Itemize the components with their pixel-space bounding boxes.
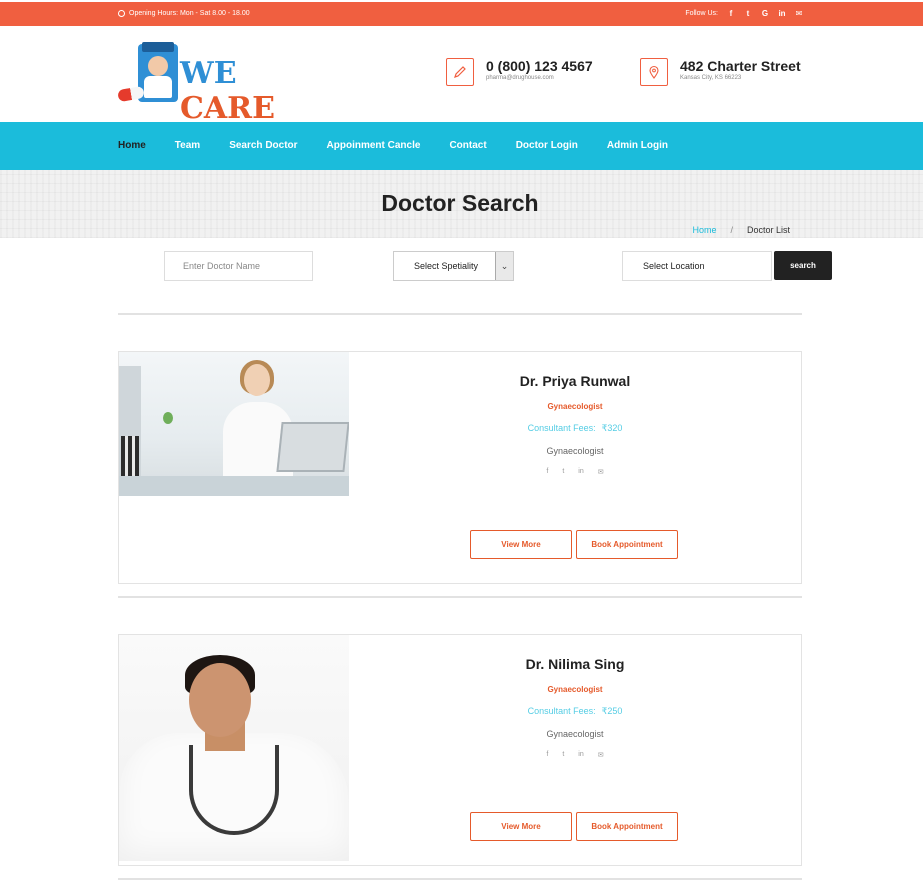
nav-search-doctor[interactable]: Search Doctor [229,140,297,151]
twitter-icon[interactable]: t [744,9,752,18]
twitter-icon[interactable]: t [562,751,564,759]
linkedin-icon[interactable]: in [578,468,583,476]
fees-label: Consultant Fees: [527,706,596,716]
follow-us-label: Follow Us: [685,10,718,17]
page-title-band: Doctor Search Home / Doctor List [0,170,923,238]
speciality-select-value: Select Spetiality [414,261,479,271]
divider [118,878,802,880]
nav-appointment-cancel[interactable]: Appoinment Cancle [327,140,421,151]
city-address: Kansas City, KS 66223 [680,75,742,81]
street-address: 482 Charter Street [680,58,801,74]
opening-hours: Opening Hours: Mon - Sat 8.00 - 18.00 [118,10,250,17]
top-bar: Opening Hours: Mon - Sat 8.00 - 18.00 Fo… [0,2,923,26]
fees-label: Consultant Fees: [527,423,596,433]
doctor-speciality: Gynaecologist [547,402,603,411]
doctor-info: Dr. Priya Runwal Gynaecologist Consultan… [349,373,801,476]
doctor-description: Gynaecologist [546,729,604,739]
email-icon[interactable]: ✉ [598,751,604,759]
phone-number[interactable]: 0 (800) 123 4567 [486,58,593,74]
google-icon[interactable]: G [761,9,769,18]
logo[interactable]: WE CARE [117,42,303,126]
header: WE CARE 0 (800) 123 4567 pharma@drughous… [0,26,923,126]
page-title: Doctor Search [381,190,539,216]
doctor-social: f t in ✉ [349,468,801,476]
facebook-icon[interactable]: f [546,751,548,759]
doctor-name[interactable]: Dr. Priya Runwal [349,373,801,389]
twitter-icon[interactable]: t [562,468,564,476]
doctor-social: f t in ✉ [349,751,801,759]
doctor-info: Dr. Nilima Sing Gynaecologist Consultant… [349,656,801,759]
clock-icon [118,10,125,17]
contact-phone: 0 (800) 123 4567 pharma@drughouse.com [446,58,593,86]
doctor-card: Dr. Nilima Sing Gynaecologist Consultant… [118,634,802,866]
linkedin-icon[interactable]: in [578,751,583,759]
breadcrumb-home[interactable]: Home [692,225,716,235]
location-select-value: Select Location [643,261,705,271]
email-icon[interactable]: ✉ [795,9,803,18]
opening-hours-text: Opening Hours: Mon - Sat 8.00 - 18.00 [129,10,250,17]
doctor-description: Gynaecologist [546,446,604,456]
divider [118,596,802,598]
pencil-icon [446,58,474,86]
nav-admin-login[interactable]: Admin Login [607,140,668,151]
doctor-name[interactable]: Dr. Nilima Sing [349,656,801,672]
nav-contact[interactable]: Contact [449,140,486,151]
view-more-button[interactable]: View More [470,530,572,559]
card-actions: View More Book Appointment [470,812,678,841]
linkedin-icon[interactable]: in [778,9,786,18]
consultant-fees: Consultant Fees: ₹250 [349,706,801,717]
fees-value: ₹320 [601,423,623,433]
breadcrumb-separator: / [730,225,733,235]
email-icon[interactable]: ✉ [598,468,604,476]
doctor-name-input[interactable] [164,251,313,281]
fees-value: ₹250 [601,706,623,716]
contact-address: 482 Charter Street Kansas City, KS 66223 [640,58,801,86]
logo-wordmark: WE CARE [180,56,275,126]
search-button[interactable]: search [774,251,832,280]
book-appointment-button[interactable]: Book Appointment [576,812,678,841]
card-actions: View More Book Appointment [470,530,678,559]
facebook-icon[interactable]: f [727,9,735,18]
breadcrumb-current: Doctor List [746,225,790,235]
speciality-select[interactable]: Select Spetiality ⌄ [393,251,514,281]
doctor-speciality: Gynaecologist [547,685,603,694]
email-address[interactable]: pharma@drughouse.com [486,74,593,82]
main-nav: Home Team Search Doctor Appoinment Cancl… [0,122,923,170]
book-appointment-button[interactable]: Book Appointment [576,530,678,559]
view-more-button[interactable]: View More [470,812,572,841]
divider [118,313,802,315]
consultant-fees: Consultant Fees: ₹320 [349,423,801,434]
location-pin-icon [640,58,668,86]
breadcrumb: Home / Doctor List [692,225,790,235]
doctor-card: Dr. Priya Runwal Gynaecologist Consultan… [118,351,802,584]
chevron-down-icon[interactable]: ⌄ [495,252,513,280]
nav-team[interactable]: Team [175,140,200,151]
facebook-icon[interactable]: f [546,468,548,476]
location-select[interactable]: Select Location [622,251,772,281]
nav-doctor-login[interactable]: Doctor Login [516,140,578,151]
follow-us: Follow Us: f t G in ✉ [685,9,803,18]
doctor-photo[interactable] [119,635,349,861]
doctor-photo[interactable] [119,352,349,496]
nav-home[interactable]: Home [118,140,146,151]
